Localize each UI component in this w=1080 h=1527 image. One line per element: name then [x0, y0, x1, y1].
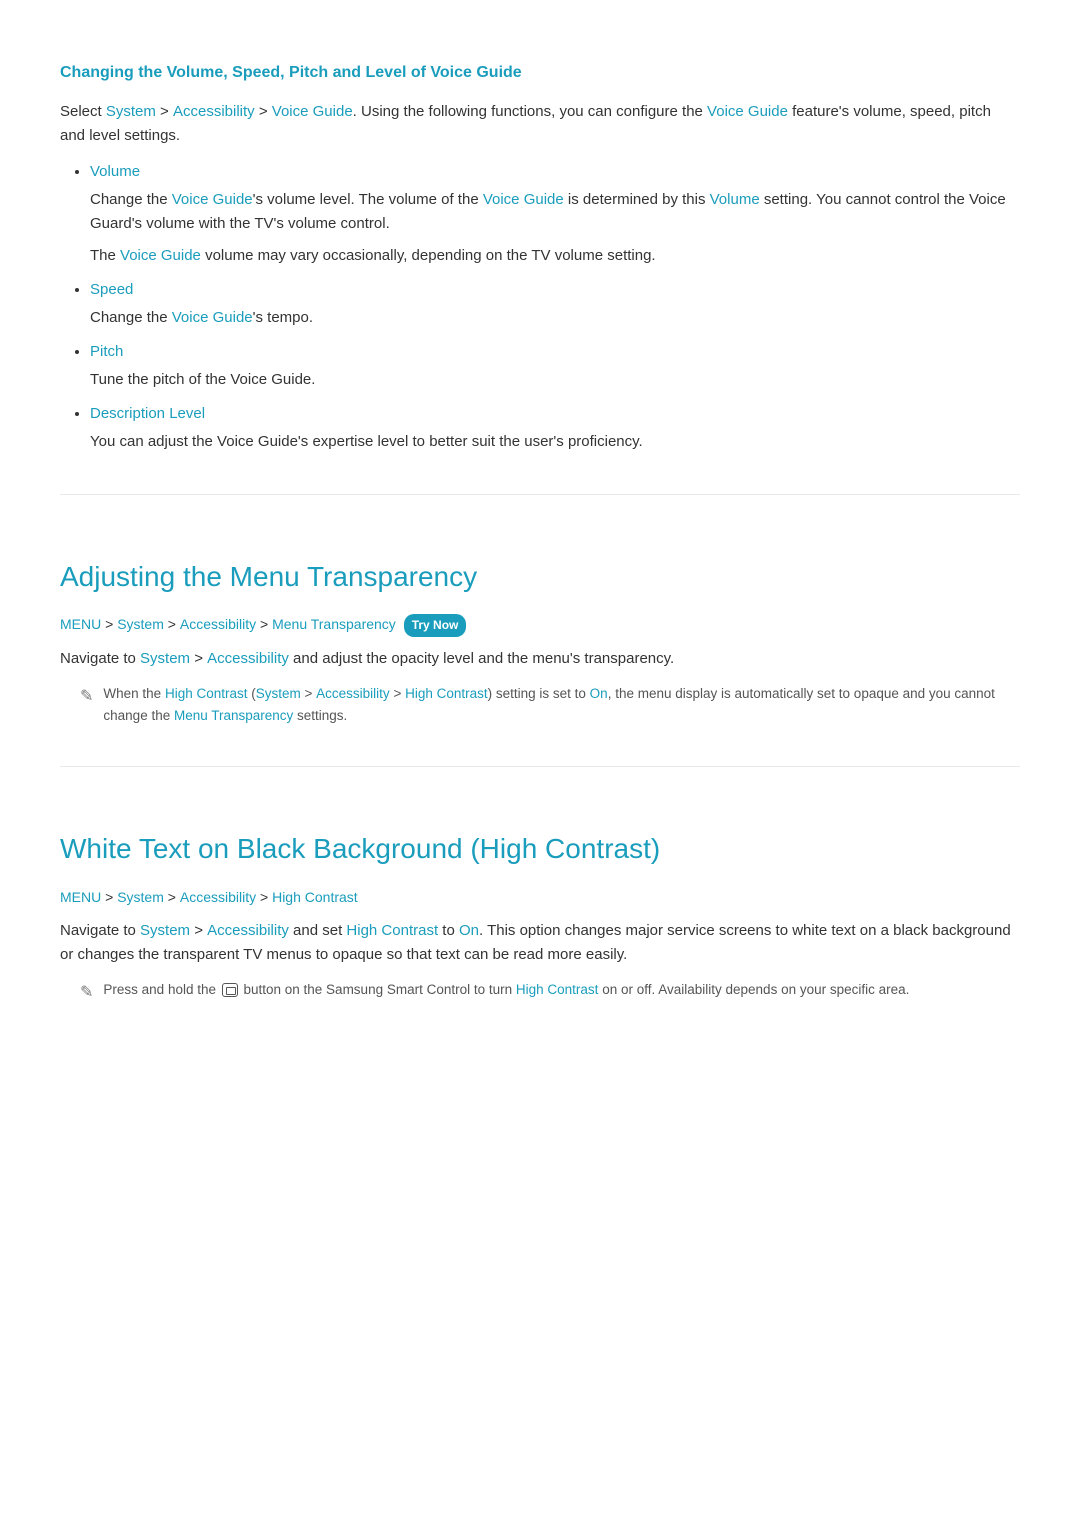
link-voice-guide-2: Voice Guide — [707, 103, 788, 120]
pitch-label: Pitch — [90, 340, 1020, 364]
breadcrumb-accessibility-2: Accessibility — [180, 616, 256, 632]
section2-note-text: When the High Contrast (System > Accessi… — [103, 683, 1020, 726]
link-voice-guide-5: Voice Guide — [120, 247, 201, 264]
link-accessibility-5: Accessibility — [207, 922, 289, 939]
section2-body: Navigate to System > Accessibility and a… — [60, 647, 1020, 671]
breadcrumb-system-3: System — [117, 889, 164, 905]
link-accessibility-1: Accessibility — [173, 103, 255, 120]
smart-control-icon — [222, 983, 238, 997]
link-system-4: System — [140, 922, 190, 939]
link-voice-guide-6: Voice Guide — [172, 309, 253, 326]
link-accessibility-3: Accessibility — [207, 650, 289, 667]
list-item-speed: Speed Change the Voice Guide's tempo. — [90, 278, 1020, 330]
breadcrumb-high-contrast: High Contrast — [272, 889, 358, 905]
link-menu-transparency: Menu Transparency — [174, 708, 293, 723]
section-menu-transparency: Adjusting the Menu Transparency MENU > S… — [60, 494, 1020, 727]
pencil-icon: ✎ — [80, 684, 93, 710]
section3-note-text: Press and hold the button on the Samsung… — [103, 979, 909, 1001]
link-high-contrast-1: High Contrast — [165, 686, 248, 701]
section2-title: Adjusting the Menu Transparency — [60, 525, 1020, 600]
pitch-desc: Tune the pitch of the Voice Guide. — [90, 368, 1020, 392]
section1-intro: Select System > Accessibility > Voice Gu… — [60, 100, 1020, 148]
description-level-desc: You can adjust the Voice Guide's experti… — [90, 430, 1020, 454]
section2-breadcrumb: MENU > System > Accessibility > Menu Tra… — [60, 613, 1020, 637]
speed-label: Speed — [90, 278, 1020, 302]
list-item-pitch: Pitch Tune the pitch of the Voice Guide. — [90, 340, 1020, 392]
breadcrumb-accessibility-3: Accessibility — [180, 889, 256, 905]
link-on-1: On — [590, 686, 608, 701]
link-volume: Volume — [710, 191, 760, 208]
link-voice-guide-3: Voice Guide — [172, 191, 253, 208]
list-item-description-level: Description Level You can adjust the Voi… — [90, 402, 1020, 454]
section1-title: Changing the Volume, Speed, Pitch and Le… — [60, 40, 1020, 86]
divider-1 — [60, 494, 1020, 495]
section3-title: White Text on Black Background (High Con… — [60, 797, 1020, 872]
section3-note: ✎ Press and hold the button on the Samsu… — [80, 979, 1020, 1006]
link-voice-guide-1: Voice Guide — [272, 103, 353, 120]
section-voice-guide: Changing the Volume, Speed, Pitch and Le… — [60, 40, 1020, 454]
link-accessibility-4: Accessibility — [316, 686, 390, 701]
section-high-contrast: White Text on Black Background (High Con… — [60, 766, 1020, 1005]
link-voice-guide-4: Voice Guide — [483, 191, 564, 208]
volume-desc2: The Voice Guide volume may vary occasion… — [90, 244, 1020, 268]
speed-desc: Change the Voice Guide's tempo. — [90, 306, 1020, 330]
section2-note: ✎ When the High Contrast (System > Acces… — [80, 683, 1020, 726]
section3-body: Navigate to System > Accessibility and s… — [60, 919, 1020, 967]
breadcrumb-menu-2: MENU — [60, 616, 101, 632]
description-level-label: Description Level — [90, 402, 1020, 426]
link-system-2: System — [140, 650, 190, 667]
list-item-volume: Volume Change the Voice Guide's volume l… — [90, 160, 1020, 268]
volume-desc1: Change the Voice Guide's volume level. T… — [90, 188, 1020, 236]
volume-label: Volume — [90, 160, 1020, 184]
link-system-3: System — [256, 686, 301, 701]
link-on-2: On — [459, 922, 479, 939]
link-high-contrast-2: High Contrast — [405, 686, 488, 701]
pencil-icon-2: ✎ — [80, 980, 93, 1006]
voice-guide-list: Volume Change the Voice Guide's volume l… — [90, 160, 1020, 454]
link-high-contrast-4: High Contrast — [516, 982, 599, 997]
breadcrumb-menu-transparency: Menu Transparency — [272, 616, 396, 632]
link-system: System — [106, 103, 156, 120]
divider-2 — [60, 766, 1020, 767]
breadcrumb-system-2: System — [117, 616, 164, 632]
link-high-contrast-3: High Contrast — [346, 922, 438, 939]
section3-breadcrumb: MENU > System > Accessibility > High Con… — [60, 886, 1020, 908]
breadcrumb-menu-3: MENU — [60, 889, 101, 905]
try-now-badge[interactable]: Try Now — [404, 614, 467, 637]
